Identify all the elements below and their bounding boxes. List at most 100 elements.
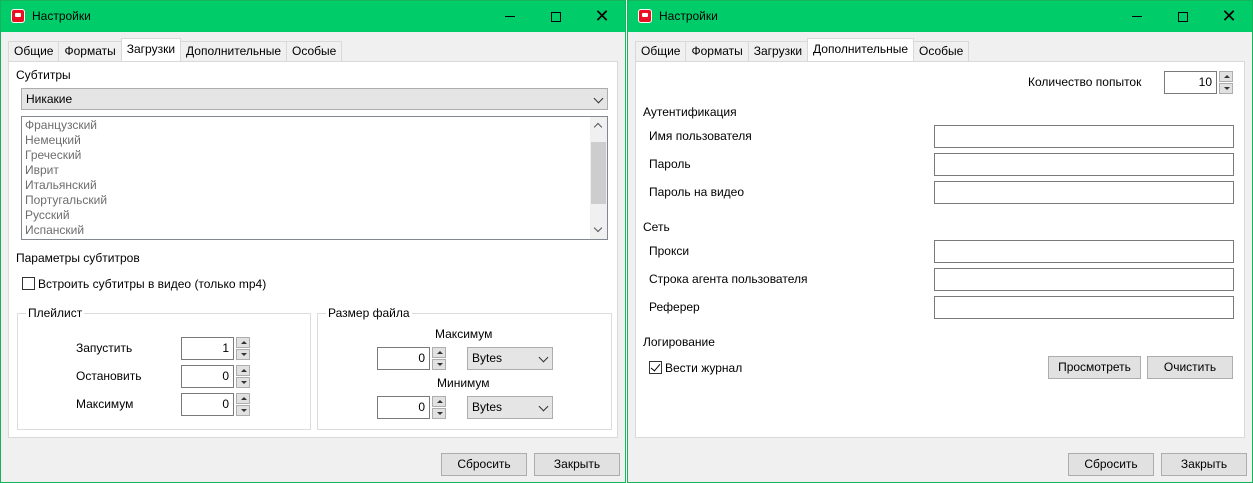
filesize-min-unit-combo[interactable]: Bytes	[467, 396, 553, 419]
spin-down-button[interactable]	[1219, 83, 1233, 94]
list-item[interactable]: Иврит	[22, 163, 607, 178]
spin-arrows-icon[interactable]	[236, 337, 250, 360]
maximize-button[interactable]	[533, 1, 579, 32]
spin-up-button[interactable]	[236, 393, 250, 404]
retries-spinner[interactable]: 10	[1164, 71, 1234, 94]
view-log-button[interactable]: Просмотреть	[1048, 356, 1141, 379]
proxy-label: Прокси	[649, 244, 690, 258]
tab-advanced[interactable]: Дополнительные	[180, 41, 288, 61]
embed-subtitles-label[interactable]: Встроить субтитры в видео (только mp4)	[38, 277, 266, 291]
clear-log-button[interactable]: Очистить	[1147, 356, 1233, 379]
minimize-button[interactable]	[487, 1, 533, 32]
close-button[interactable]: Закрыть	[534, 453, 620, 476]
checkmark-icon	[650, 361, 661, 372]
filesize-min-spinner[interactable]: 0	[377, 396, 447, 419]
spin-arrows-icon[interactable]	[236, 365, 250, 388]
tab-general[interactable]: Общие	[8, 41, 60, 61]
maximize-button[interactable]	[1160, 1, 1206, 32]
spin-down-button[interactable]	[236, 349, 250, 360]
spin-arrows-icon[interactable]	[432, 347, 446, 370]
tab-downloads[interactable]: Загрузки	[120, 38, 182, 61]
playlist-start-spinner[interactable]: 1	[181, 337, 251, 360]
filesize-group: Размер файла Максимум 0 Bytes Минимум 0	[317, 306, 612, 430]
spin-down-button[interactable]	[432, 408, 446, 419]
list-item[interactable]: Французский	[22, 118, 607, 133]
tab-formats[interactable]: Форматы	[685, 41, 749, 61]
reset-button[interactable]: Сбросить	[441, 453, 527, 476]
title-bar[interactable]: Настройки ✕	[1, 1, 625, 32]
username-label: Имя пользователя	[649, 129, 752, 143]
scroll-up-icon[interactable]	[593, 122, 603, 132]
keep-log-label[interactable]: Вести журнал	[665, 361, 742, 375]
spin-down-button[interactable]	[236, 377, 250, 388]
playlist-max-value[interactable]: 0	[181, 393, 234, 416]
scroll-thumb[interactable]	[591, 142, 606, 204]
list-item[interactable]: Немецкий	[22, 133, 607, 148]
tab-special[interactable]: Особые	[913, 41, 970, 61]
password-field[interactable]	[934, 153, 1234, 176]
list-item[interactable]: Испанский	[22, 223, 607, 238]
spin-up-button[interactable]	[236, 337, 250, 348]
network-section-label: Сеть	[643, 220, 670, 234]
close-icon: ✕	[1221, 5, 1237, 27]
tab-advanced[interactable]: Дополнительные	[807, 38, 915, 61]
user-agent-field[interactable]	[934, 268, 1234, 291]
tab-downloads[interactable]: Загрузки	[747, 41, 809, 61]
list-scrollbar[interactable]	[590, 117, 607, 239]
subtitles-combo[interactable]: Никакие	[21, 88, 608, 110]
tab-special[interactable]: Особые	[286, 41, 343, 61]
proxy-field[interactable]	[934, 240, 1234, 263]
spin-arrows-icon[interactable]	[432, 396, 446, 419]
window-title: Настройки	[32, 9, 91, 23]
spin-up-button[interactable]	[432, 347, 446, 358]
close-button[interactable]: Закрыть	[1161, 453, 1247, 476]
playlist-start-value[interactable]: 1	[181, 337, 234, 360]
subtitles-label: Субтитры	[16, 68, 71, 82]
minimize-icon	[1132, 16, 1142, 17]
minimize-icon	[505, 16, 515, 17]
spin-arrows-icon[interactable]	[236, 393, 250, 416]
subtitles-combo-value: Никакие	[26, 92, 73, 106]
referer-field[interactable]	[934, 296, 1234, 319]
video-password-field[interactable]	[934, 181, 1234, 204]
embed-subtitles-checkbox[interactable]	[22, 277, 35, 290]
filesize-min-label: Минимум	[437, 376, 490, 390]
filesize-max-value[interactable]: 0	[377, 347, 430, 370]
minimize-button[interactable]	[1114, 1, 1160, 32]
filesize-min-value[interactable]: 0	[377, 396, 430, 419]
list-item[interactable]: Греческий	[22, 148, 607, 163]
retries-value[interactable]: 10	[1164, 71, 1217, 94]
close-window-button[interactable]: ✕	[579, 1, 625, 32]
spin-arrows-icon[interactable]	[1219, 71, 1233, 94]
maximize-icon	[1178, 11, 1188, 22]
spin-down-button[interactable]	[432, 359, 446, 370]
playlist-stop-spinner[interactable]: 0	[181, 365, 251, 388]
scroll-down-icon[interactable]	[593, 223, 603, 233]
tab-general[interactable]: Общие	[635, 41, 687, 61]
filesize-max-unit-combo[interactable]: Bytes	[467, 347, 553, 370]
subtitle-languages-list[interactable]: Французский Немецкий Греческий Иврит Ита…	[21, 116, 608, 240]
username-field[interactable]	[934, 125, 1234, 148]
keep-log-checkbox[interactable]	[649, 361, 662, 374]
spin-up-button[interactable]	[1219, 71, 1233, 82]
list-item[interactable]: Португальский	[22, 193, 607, 208]
close-window-button[interactable]: ✕	[1206, 1, 1252, 32]
title-bar[interactable]: Настройки ✕	[628, 1, 1252, 32]
settings-window-advanced: Настройки ✕ Общие Форматы Загрузки Допол…	[627, 0, 1253, 483]
filesize-max-spinner[interactable]: 0	[377, 347, 447, 370]
spin-up-button[interactable]	[236, 365, 250, 376]
spin-up-button[interactable]	[432, 396, 446, 407]
tab-strip: Общие Форматы Загрузки Дополнительные Ос…	[635, 38, 970, 61]
playlist-max-spinner[interactable]: 0	[181, 393, 251, 416]
window-title: Настройки	[659, 9, 718, 23]
playlist-start-label: Запустить	[76, 341, 133, 355]
list-item[interactable]: Русский	[22, 208, 607, 223]
video-password-label: Пароль на видео	[649, 185, 745, 199]
playlist-stop-value[interactable]: 0	[181, 365, 234, 388]
reset-button[interactable]: Сбросить	[1068, 453, 1154, 476]
maximize-icon	[551, 11, 561, 22]
referer-label: Реферер	[649, 300, 700, 314]
tab-formats[interactable]: Форматы	[58, 41, 122, 61]
spin-down-button[interactable]	[236, 405, 250, 416]
list-item[interactable]: Итальянский	[22, 178, 607, 193]
